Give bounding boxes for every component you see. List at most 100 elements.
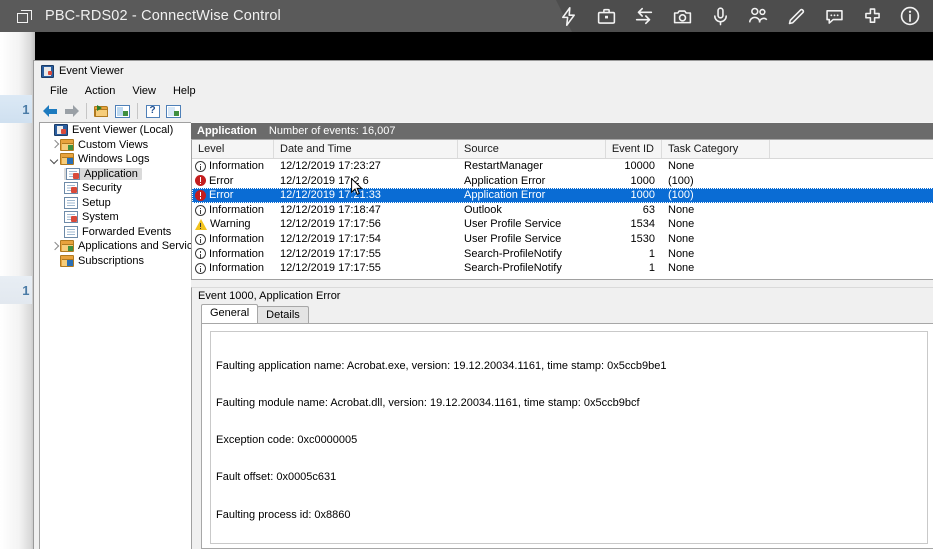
mouse-cursor <box>351 177 363 196</box>
warning-icon <box>195 219 207 231</box>
tree-item-custom-views[interactable]: Custom Views <box>40 138 191 153</box>
log-name: Application <box>197 125 257 137</box>
detail-tabs: General Details <box>192 304 933 323</box>
plus-icon[interactable] <box>853 0 891 32</box>
tree-item-forwarded-events[interactable]: Forwarded Events <box>40 225 191 240</box>
show-action-pane-icon[interactable] <box>163 101 184 121</box>
column-header-source[interactable]: Source <box>458 140 606 158</box>
camera-icon[interactable] <box>663 0 701 32</box>
row-level: Error <box>192 188 274 203</box>
row-source: Search-ProfileNotify <box>464 247 562 260</box>
background-badge-bottom: 1 <box>0 276 32 304</box>
toolbox-icon[interactable] <box>587 0 625 32</box>
row-event-id: 1000 <box>630 174 655 187</box>
console-tree[interactable]: Event Viewer (Local) Custom Views Window… <box>39 122 191 549</box>
tree-item-setup[interactable]: Setup <box>40 196 191 211</box>
description-line: Faulting application name: Acrobat.exe, … <box>216 359 667 372</box>
microphone-icon[interactable] <box>701 0 739 32</box>
table-row[interactable]: Error 12/12/2019 17:2 6 Application Erro… <box>192 174 933 189</box>
table-row[interactable]: Error 12/12/2019 17:21:33 Application Er… <box>192 188 933 203</box>
people-icon[interactable] <box>739 0 777 32</box>
table-row[interactable]: Information 12/12/2019 17:18:47 Outlook … <box>192 203 933 218</box>
column-header-date[interactable]: Date and Time <box>274 140 458 158</box>
detail-tab-panel: Faulting application name: Acrobat.exe, … <box>201 323 933 549</box>
menu-view[interactable]: View <box>124 83 165 99</box>
table-row[interactable]: Information 12/12/2019 17:17:54 User Pro… <box>192 232 933 247</box>
tree-item-label: Applications and Services Lo <box>78 240 191 253</box>
description-line: Faulting module name: Acrobat.dll, versi… <box>216 397 640 410</box>
row-level-label: Warning <box>210 218 251 231</box>
column-header-task-category[interactable]: Task Category <box>662 140 770 158</box>
tree-item-windows-logs[interactable]: Windows Logs <box>40 152 191 167</box>
table-row[interactable]: Information 12/12/2019 17:23:27 RestartM… <box>192 159 933 174</box>
row-filler <box>770 232 933 247</box>
row-source: User Profile Service <box>464 232 562 245</box>
folder-blue-icon <box>60 254 74 267</box>
row-event-id: 10000 <box>624 160 655 172</box>
splitter[interactable] <box>191 280 933 287</box>
transfer-arrows-icon[interactable] <box>625 0 663 32</box>
info-icon <box>195 233 206 245</box>
windows-restore-icon <box>17 9 32 23</box>
row-filler <box>770 203 933 218</box>
table-row[interactable]: Information 12/12/2019 17:17:55 Search-P… <box>192 247 933 262</box>
table-row[interactable]: Warning 12/12/2019 17:17:56 User Profile… <box>192 217 933 232</box>
tree-item-application[interactable]: Application <box>40 167 191 182</box>
folder-icon <box>60 138 74 151</box>
info-icon <box>195 204 206 216</box>
log-summary-band: Application Number of events: 16,007 <box>191 122 933 140</box>
row-level-label: Information <box>209 247 265 260</box>
table-row[interactable]: Information 12/12/2019 17:17:55 Search-P… <box>192 261 933 276</box>
tree-item-system[interactable]: System <box>40 210 191 225</box>
pencil-icon[interactable] <box>777 0 815 32</box>
tree-item-subscriptions[interactable]: Subscriptions <box>40 254 191 269</box>
menu-help[interactable]: Help <box>165 83 205 99</box>
info-icon <box>195 248 206 260</box>
row-level-label: Information <box>209 203 265 216</box>
event-description[interactable]: Faulting application name: Acrobat.exe, … <box>210 331 928 544</box>
show-hide-tree-icon[interactable] <box>91 101 112 121</box>
tree-item-label: Security <box>82 182 122 195</box>
tree-item-security[interactable]: Security <box>40 181 191 196</box>
row-level-label: Information <box>209 262 265 275</box>
list-header: Level Date and Time Source Event ID Task… <box>192 140 933 159</box>
toolbar-separator-2 <box>137 103 138 119</box>
tree-item-applications-and-services-logs[interactable]: Applications and Services Lo <box>40 239 191 254</box>
row-task: None <box>668 160 695 172</box>
chevron-right-icon[interactable] <box>49 241 60 252</box>
tab-general[interactable]: General <box>201 304 259 323</box>
menu-action[interactable]: Action <box>77 83 125 99</box>
info-icon[interactable] <box>891 0 929 32</box>
menu-bar: File Action View Help <box>34 81 933 100</box>
tree-item-event-viewer-local[interactable]: Event Viewer (Local) <box>40 123 191 138</box>
menu-file[interactable]: File <box>42 83 77 99</box>
row-event-id: 1530 <box>630 232 655 245</box>
row-source: Search-ProfileNotify <box>464 262 562 275</box>
tree-item-label: Custom Views <box>78 138 149 151</box>
chat-icon[interactable] <box>815 0 853 32</box>
row-task: None <box>668 232 695 245</box>
properties-icon[interactable] <box>112 101 133 121</box>
event-list[interactable]: Level Date and Time Source Event ID Task… <box>191 140 933 280</box>
lightning-bolt-icon[interactable] <box>549 0 587 32</box>
tab-details[interactable]: Details <box>257 306 309 323</box>
chevron-down-icon[interactable] <box>49 154 60 165</box>
forward-arrow-icon[interactable] <box>61 101 82 121</box>
folder-icon <box>60 240 74 253</box>
tree-item-label: Setup <box>82 196 111 209</box>
column-header-event-id[interactable]: Event ID <box>606 140 662 158</box>
twisty-none <box>43 125 54 136</box>
row-level-label: Error <box>209 189 234 202</box>
event-viewer-icon <box>54 124 68 137</box>
row-task: None <box>668 262 695 275</box>
row-event-id: 63 <box>642 203 655 216</box>
help-icon[interactable]: ? <box>142 101 163 121</box>
description-line: Exception code: 0xc0000005 <box>216 434 358 447</box>
row-task: None <box>668 203 695 216</box>
column-header-level[interactable]: Level <box>192 140 274 158</box>
tree-item-label: Event Viewer (Local) <box>72 124 174 137</box>
back-arrow-icon[interactable] <box>40 101 61 121</box>
row-level: Information <box>192 203 274 218</box>
chevron-right-icon[interactable] <box>49 139 60 150</box>
row-level: Error <box>192 174 274 189</box>
